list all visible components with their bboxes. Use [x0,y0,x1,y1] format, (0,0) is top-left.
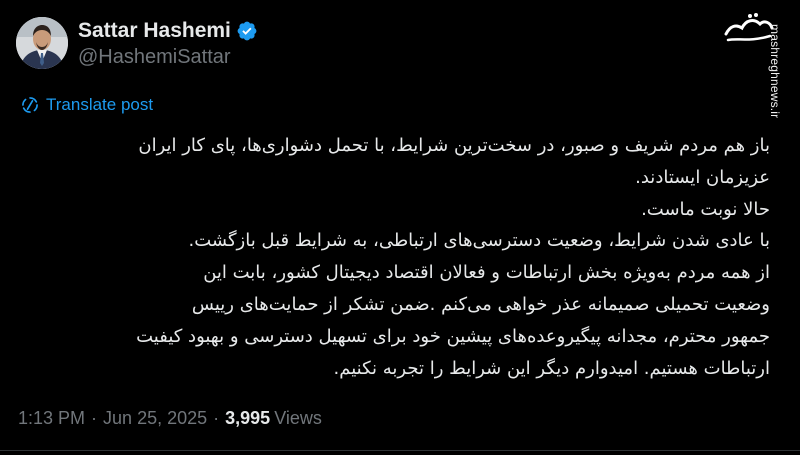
tweet-line: باز هم مردم شریف و صبور، در سخت‌ترین شرا… [138,135,770,156]
author-handle[interactable]: @HashemiSattar [78,46,258,69]
views-label: Views [274,407,322,428]
post-time[interactable]: 1:13 PM [18,408,85,429]
translate-post-button[interactable]: Translate post [20,93,153,117]
translate-icon [20,95,40,115]
post-header: Sattar Hashemi @HashemiSattar [16,16,258,70]
translate-post-label: Translate post [46,95,154,114]
avatar[interactable] [16,17,68,69]
author-display-name[interactable]: Sattar Hashemi [78,19,231,43]
tweet-line: با عادی شدن شرایط، وضعیت دسترسی‌های ارتب… [188,230,771,252]
watermark-site: mashreghnews.ir [768,24,782,119]
tweet-line: ارتباطات هستیم. امیدوارم دیگر این شرایط … [333,357,770,379]
tweet-line: از همه مردم به‌ویژه بخش ارتباطات و فعالا… [203,262,770,284]
meta-separator: · [91,407,98,428]
divider [0,450,800,451]
views-count[interactable]: 3,995 [225,408,270,429]
tweet-line: حالا نوبت ماست. [641,198,770,220]
tweet-line: عزیزمان ایستادند. [635,166,770,188]
meta-separator: · [213,407,220,428]
verified-badge-icon[interactable] [236,20,258,42]
tweet-line: جمهور محترم، مجدانه پیگیروعده‌های پیشین … [136,325,770,347]
post-date[interactable]: Jun 25, 2025 [103,408,207,429]
tweet-text: باز هم مردم شریف و صبور، در سخت‌ترین شرا… [14,130,770,384]
author-names: Sattar Hashemi @HashemiSattar [78,18,258,69]
watermark: mashreghnews.ir [718,6,794,118]
avatar-image [16,17,68,69]
name-row: Sattar Hashemi [78,18,258,44]
post-meta: 1:13 PM · Jun 25, 2025 · 3,995 Views [18,405,322,431]
tweet-line: وضعیت تحمیلی صمیمانه عذر خواهی می‌کنم .ض… [191,293,770,315]
